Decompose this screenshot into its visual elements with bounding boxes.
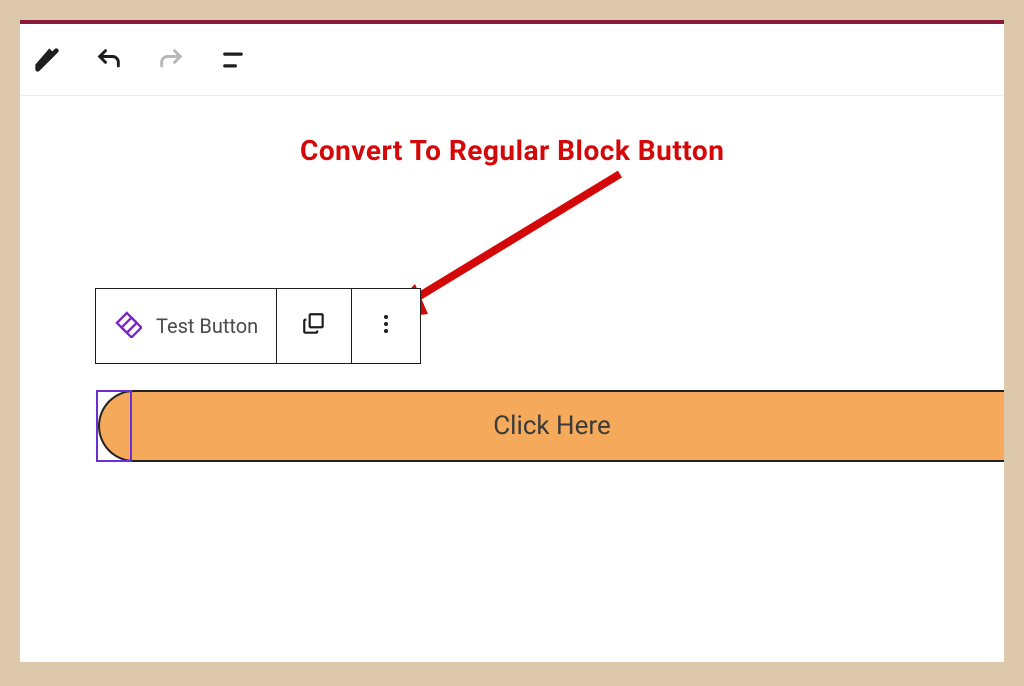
more-options-button[interactable] [352,289,420,363]
block-type-button[interactable]: Test Button [96,289,277,363]
annotation-label: Convert To Regular Block Button [300,134,724,167]
more-vertical-icon [374,312,398,340]
detach-icon [301,311,327,341]
editor-frame: Convert To Regular Block Button Test But… [20,20,1004,662]
document-outline-icon[interactable] [216,43,250,77]
top-toolbar [20,24,1004,96]
button-block[interactable]: Click Here [98,390,1004,462]
block-type-label: Test Button [156,314,258,338]
redo-icon [154,43,188,77]
undo-icon[interactable] [92,43,126,77]
button-block-text: Click Here [493,411,611,441]
convert-to-regular-button[interactable] [277,289,352,363]
edit-icon[interactable] [30,43,64,77]
reusable-block-icon [114,310,142,343]
block-toolbar: Test Button [95,288,421,364]
